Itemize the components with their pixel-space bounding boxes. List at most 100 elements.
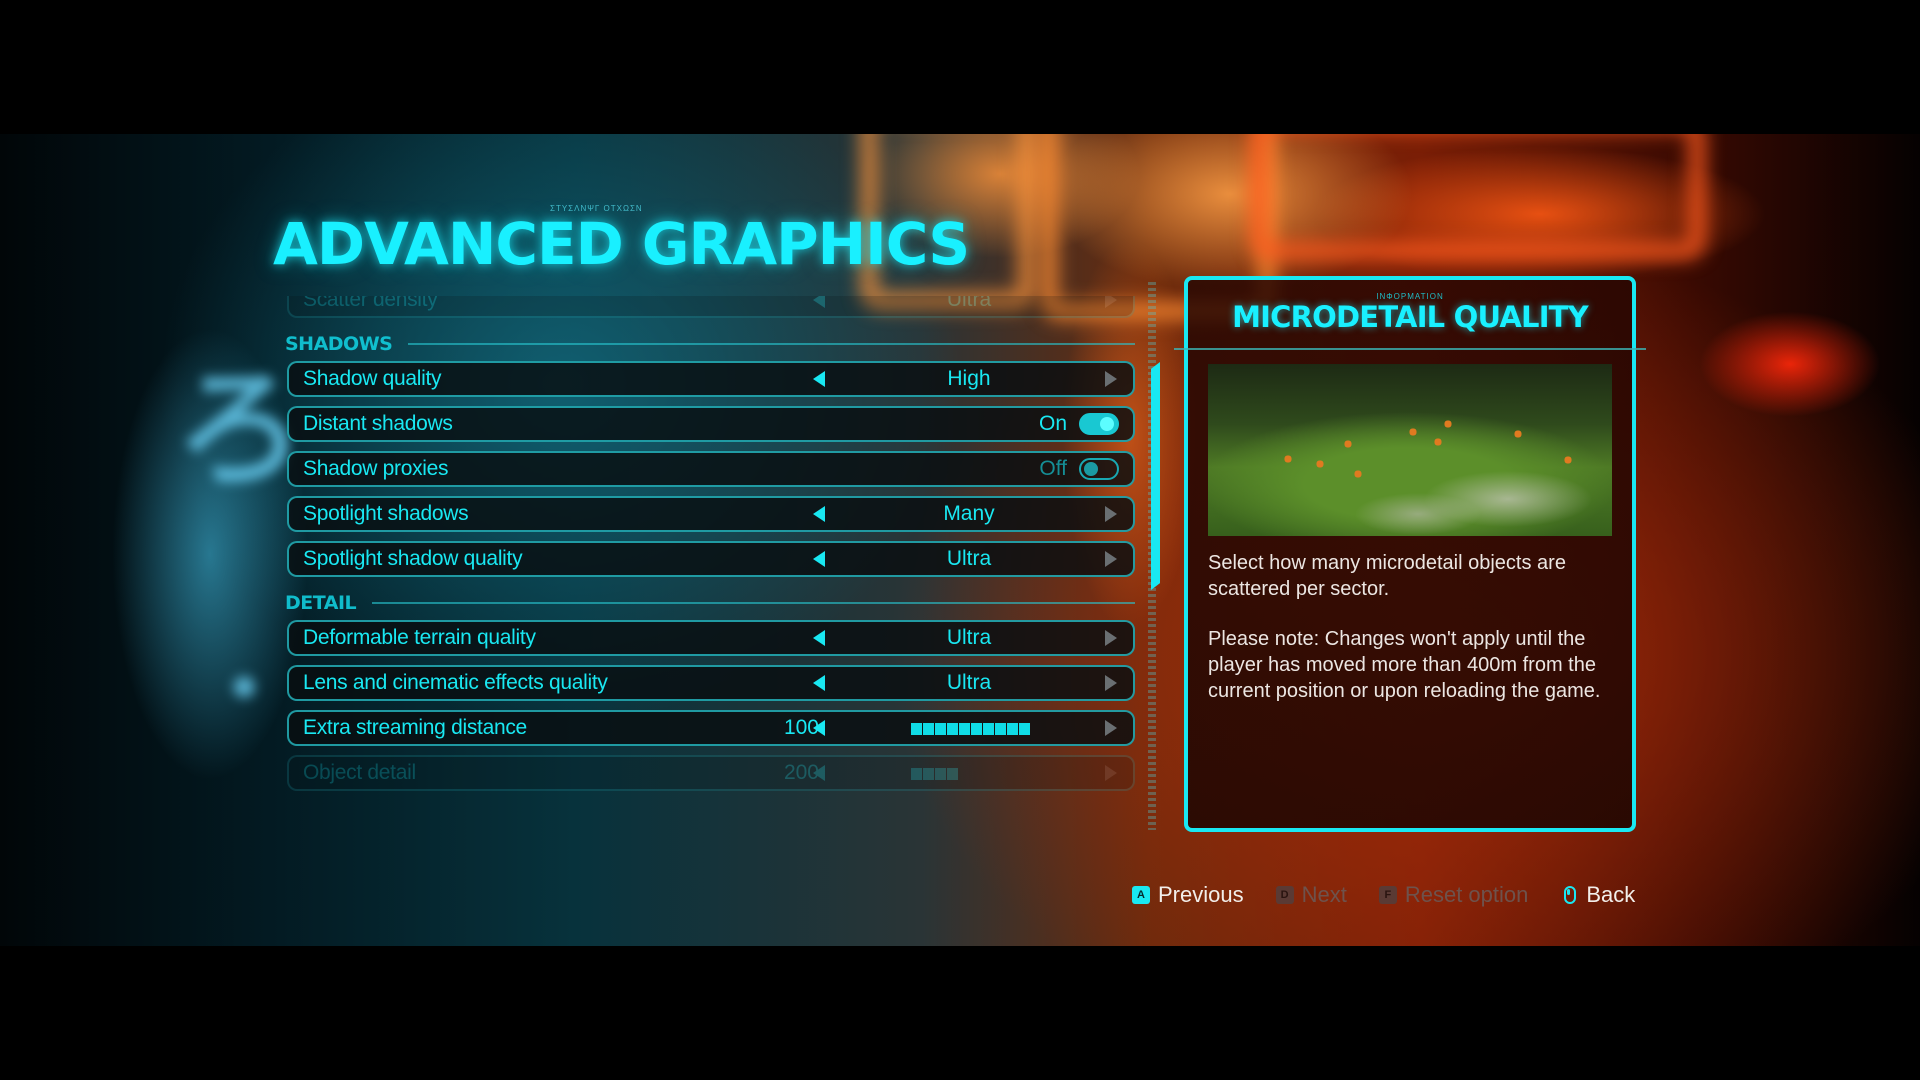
setting-label: Scatter density [303,296,438,311]
slider-segment [1007,768,1018,780]
arrow-left-icon[interactable] [813,720,825,736]
slider-segment [911,768,922,780]
section-label: DETAIL [285,592,357,614]
setting-row-lens-cinematic-effects-quality[interactable]: Lens and cinematic effects quality Ultra [287,665,1135,701]
setting-row-scatter-density[interactable]: Scatter density Ultra [287,296,1135,318]
setting-label: Spotlight shadows [303,502,469,525]
next-button[interactable]: D Next [1275,882,1347,908]
hint-label: Previous [1158,882,1244,907]
setting-label: Extra streaming distance [303,716,527,739]
setting-label: Lens and cinematic effects quality [303,671,608,694]
section-label: SHADOWS [285,333,393,355]
slider-segment [1007,723,1018,735]
setting-label: Shadow quality [303,367,442,390]
slider-segment [935,768,946,780]
shadow-proxies-toggle[interactable] [1079,458,1119,480]
arrow-right-icon[interactable] [1105,506,1117,522]
info-panel-description: Select how many microdetail objects are … [1208,550,1618,728]
arrow-left-icon[interactable] [813,506,825,522]
slider-segment [995,723,1006,735]
slider-segment [923,768,934,780]
section-divider [372,602,1135,604]
slider-segment [995,768,1006,780]
info-panel: ΙΝΦΟΡΜΑΤΙΟΝ MICRODETAIL QUALITY Select h… [1174,276,1646,832]
slider-segment [1019,768,1030,780]
slider-value: 200 [783,761,819,784]
arrow-right-icon[interactable] [1105,675,1117,691]
slider-value: 100 [783,716,819,739]
slider-segment [1019,723,1030,735]
key-a-icon: A [1132,886,1150,904]
arrow-right-icon[interactable] [1105,371,1117,387]
slider-segment [959,768,970,780]
object-detail-slider[interactable] [911,768,1031,780]
key-d-icon: D [1275,886,1294,904]
arrow-right-icon[interactable] [1105,720,1117,736]
toggle-knob [1100,417,1114,431]
key-f-icon: F [1378,886,1397,904]
setting-row-shadow-proxies[interactable]: Shadow proxies Off [287,451,1135,487]
setting-row-spotlight-shadows[interactable]: Spotlight shadows Many [287,496,1135,532]
setting-row-shadow-quality[interactable]: Shadow quality High [287,361,1135,397]
hint-label: Reset option [1404,882,1529,907]
toggle-knob [1084,462,1098,476]
slider-segment [947,723,958,735]
mouse-icon [1564,886,1577,904]
arrow-left-icon[interactable] [813,371,825,387]
hint-label: Next [1301,882,1347,907]
setting-value: Ultra [946,626,992,649]
distant-shadows-toggle[interactable] [1079,413,1119,435]
page-title: ADVANCED GRAPHICS [273,210,970,278]
setting-row-object-detail[interactable]: Object detail 200 [287,755,1135,791]
setting-row-deformable-terrain-quality[interactable]: Deformable terrain quality Ultra [287,620,1135,656]
arrow-left-icon[interactable] [813,630,825,646]
section-divider [408,343,1135,345]
setting-label: Object detail [303,761,416,784]
setting-label: Shadow proxies [303,457,449,480]
setting-value: High [947,367,991,390]
setting-row-distant-shadows[interactable]: Distant shadows On [287,406,1135,442]
setting-label: Spotlight shadow quality [303,547,523,570]
arrow-right-icon[interactable] [1105,630,1117,646]
description-paragraph: Please note: Changes won't apply until t… [1208,628,1601,702]
setting-value: Ultra [946,671,992,694]
arrow-right-icon[interactable] [1105,765,1117,781]
slider-segment [983,723,994,735]
info-panel-title: MICRODETAIL QUALITY [1232,300,1589,334]
setting-value: Many [943,502,995,525]
scrollbar-thumb[interactable] [1151,362,1160,590]
extra-streaming-distance-slider[interactable] [911,723,1031,735]
info-panel-divider [1174,348,1646,350]
arrow-right-icon[interactable] [1105,551,1117,567]
neon-sign-shape [1250,134,1706,260]
toggle-state-text: On [1038,412,1067,435]
description-paragraph: Select how many microdetail objects are … [1208,552,1566,600]
arrow-left-icon[interactable] [813,765,825,781]
previous-button[interactable]: A Previous [1132,882,1244,908]
slider-segment [911,723,922,735]
slider-segment [923,723,934,735]
section-header-shadows: SHADOWS [285,327,1135,361]
setting-preview-image [1208,364,1612,536]
setting-value: Ultra [946,547,992,570]
setting-row-spotlight-shadow-quality[interactable]: Spotlight shadow quality Ultra [287,541,1135,577]
section-header-detail: DETAIL [285,586,1135,620]
setting-value: Ultra [946,296,992,311]
arrow-right-icon[interactable] [1105,296,1117,308]
slider-segment [935,723,946,735]
footer-hints: A Previous D Next F Reset option Back [1132,880,1635,910]
slider-segment [983,768,994,780]
back-button[interactable]: Back [1564,882,1635,908]
slider-segment [947,768,958,780]
arrow-left-icon[interactable] [813,551,825,567]
setting-row-extra-streaming-distance[interactable]: Extra streaming distance 100 [287,710,1135,746]
arrow-left-icon[interactable] [813,296,825,308]
setting-label: Deformable terrain quality [303,626,536,649]
slider-segment [959,723,970,735]
reset-option-button[interactable]: F Reset option [1378,882,1529,908]
slider-segment [971,723,982,735]
setting-label: Distant shadows [303,412,453,435]
arrow-left-icon[interactable] [813,675,825,691]
toggle-state-text: Off [1039,457,1067,480]
settings-list: Scatter density Ultra SHADOWS Shadow qua… [285,296,1135,826]
